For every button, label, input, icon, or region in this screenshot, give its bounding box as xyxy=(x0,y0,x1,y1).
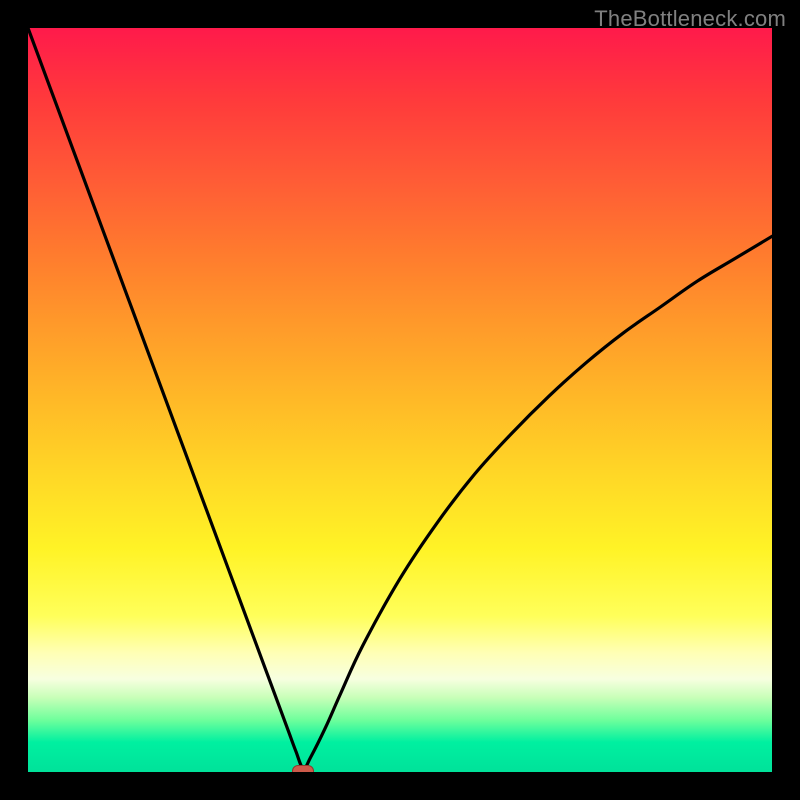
chart-frame: TheBottleneck.com xyxy=(0,0,800,800)
bottleneck-curve xyxy=(28,28,772,768)
watermark-text: TheBottleneck.com xyxy=(594,6,786,32)
optimum-marker xyxy=(292,765,314,772)
curve-svg xyxy=(28,28,772,772)
plot-area xyxy=(28,28,772,772)
